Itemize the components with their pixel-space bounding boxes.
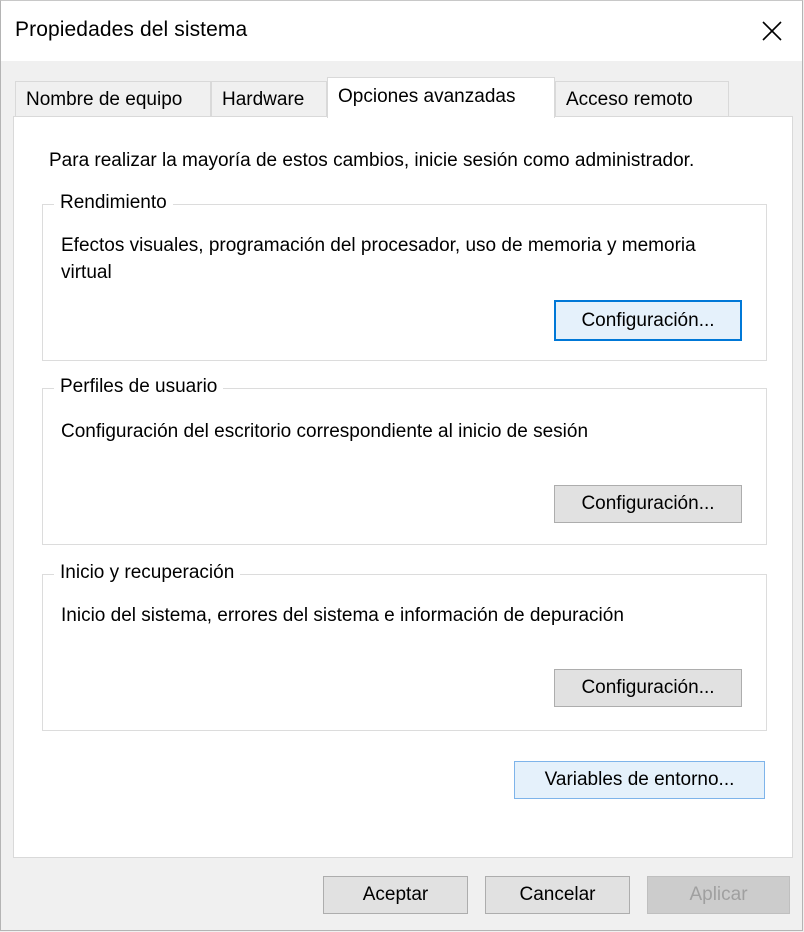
performance-settings-button[interactable]: Configuración...: [554, 300, 742, 341]
cancel-button[interactable]: Cancelar: [485, 876, 630, 914]
close-button[interactable]: [742, 1, 802, 61]
performance-description: Efectos visuales, programación del proce…: [61, 235, 696, 283]
performance-group-title: Rendimiento: [54, 192, 173, 214]
close-icon: [762, 21, 782, 41]
environment-variables-button[interactable]: Variables de entorno...: [514, 761, 765, 799]
user-profiles-description: Configuración del escritorio correspondi…: [61, 421, 589, 442]
startup-recovery-description: Inicio del sistema, errores del sistema …: [61, 605, 624, 626]
system-properties-dialog: Propiedades del sistema Nombre de equipo…: [0, 0, 803, 931]
tab-hardware[interactable]: Hardware: [211, 81, 327, 117]
tab-advanced-options[interactable]: Opciones avanzadas: [327, 77, 555, 118]
startup-recovery-settings-button[interactable]: Configuración...: [554, 669, 742, 707]
advanced-options-panel: Para realizar la mayoría de estos cambio…: [13, 116, 793, 858]
startup-recovery-group-title: Inicio y recuperación: [54, 562, 241, 584]
tab-computer-name[interactable]: Nombre de equipo: [15, 81, 211, 117]
apply-button[interactable]: Aplicar: [647, 876, 790, 914]
performance-group: Rendimiento Efectos visuales, programaci…: [42, 192, 767, 361]
tab-strip: Nombre de equipo Hardware Opciones avanz…: [15, 77, 795, 118]
user-profiles-group-title: Perfiles de usuario: [54, 376, 224, 398]
admin-notice-text: Para realizar la mayoría de estos cambio…: [49, 150, 695, 171]
title-bar: Propiedades del sistema: [1, 1, 802, 61]
startup-recovery-group: Inicio y recuperación Inicio del sistema…: [42, 562, 767, 731]
user-profiles-group: Perfiles de usuario Configuración del es…: [42, 376, 767, 545]
window-title: Propiedades del sistema: [15, 18, 248, 41]
user-profiles-settings-button[interactable]: Configuración...: [554, 485, 742, 523]
tab-remote-access[interactable]: Acceso remoto: [555, 81, 729, 117]
ok-button[interactable]: Aceptar: [323, 876, 468, 914]
